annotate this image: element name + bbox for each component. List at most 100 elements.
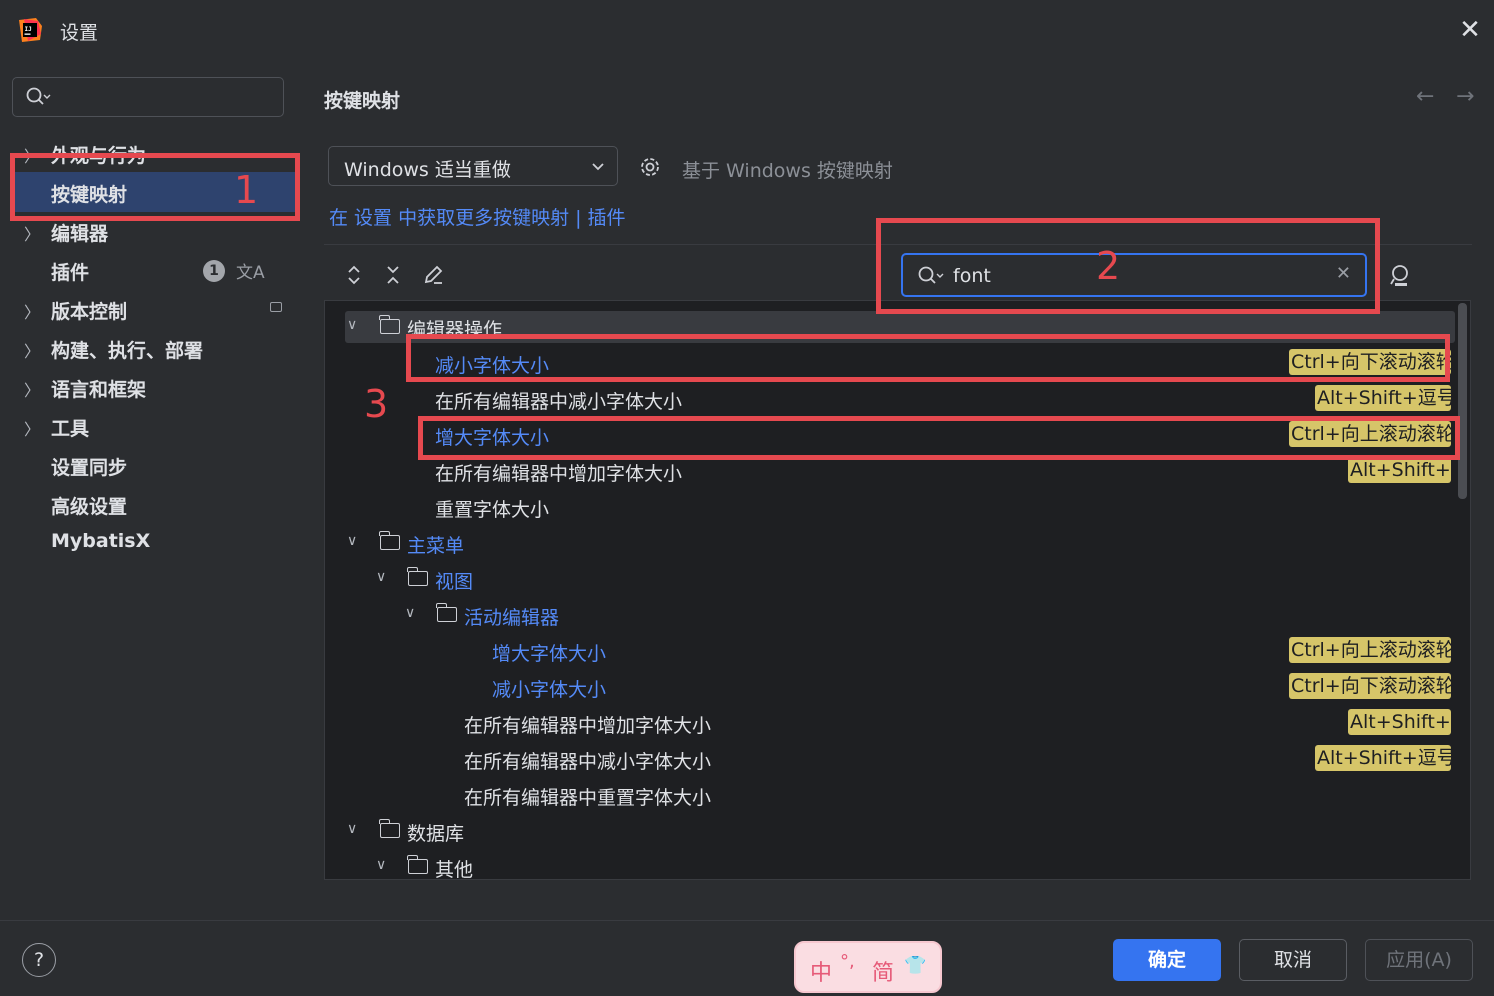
search-icon xyxy=(26,87,51,105)
sidebar-item-label: 高级设置 xyxy=(51,496,128,518)
tree-row[interactable]: ∨ 数据库 xyxy=(325,813,1455,849)
chevron-down-icon xyxy=(592,163,604,171)
chevron-right-icon: 〉 xyxy=(24,303,41,322)
tree-row[interactable]: 重置字体大小 xyxy=(325,489,1455,525)
folder-icon xyxy=(407,567,428,586)
tree-row[interactable]: ∨ 主菜单 xyxy=(325,525,1455,561)
tree-row[interactable]: 在所有编辑器中减小字体大小 Alt+Shift+逗号 xyxy=(325,741,1455,777)
sidebar-item-label: 工具 xyxy=(51,418,90,440)
sidebar-item-build[interactable]: 〉 构建、执行、部署 xyxy=(0,329,300,367)
collapse-all-icon[interactable] xyxy=(381,264,405,288)
tree-row-label: 重置字体大小 xyxy=(435,499,550,521)
sidebar-item-label: 构建、执行、部署 xyxy=(51,340,204,362)
shortcut-badge: Alt+Shift+. xyxy=(1348,709,1451,735)
find-by-shortcut-icon[interactable] xyxy=(1388,263,1414,289)
tree-row-label: 数据库 xyxy=(407,823,465,845)
ime-mode-label: 中 xyxy=(810,961,833,986)
tree-row[interactable]: ∨ 活动编辑器 xyxy=(325,597,1455,633)
sidebar-item-advanced[interactable]: 高级设置 xyxy=(0,485,300,523)
tree-row-label: 在所有编辑器中增加字体大小 xyxy=(435,463,683,485)
tree-row-label: 在所有编辑器中增加字体大小 xyxy=(464,715,712,737)
folder-icon xyxy=(379,531,400,550)
annotation-box-2 xyxy=(876,218,1380,314)
tree-row-label: 活动编辑器 xyxy=(464,607,560,629)
gear-icon[interactable] xyxy=(637,154,663,180)
project-level-icon xyxy=(270,302,282,312)
tree-row-label: 主菜单 xyxy=(407,535,465,557)
sidebar-item-languages[interactable]: 〉 语言和框架 xyxy=(0,368,300,406)
annotation-box-3b xyxy=(418,416,1460,460)
app-logo-icon: IJ xyxy=(19,18,42,42)
tree-row[interactable]: ∨ 其他 xyxy=(325,849,1455,880)
chevron-down-icon: ∨ xyxy=(347,533,358,549)
keymap-select[interactable]: Windows 适当重做 xyxy=(328,146,618,186)
ime-skin-icon: 👕 xyxy=(904,955,927,976)
tree-row-label: 在所有编辑器中减小字体大小 xyxy=(464,751,712,773)
chevron-down-icon: ∨ xyxy=(347,317,358,333)
keymap-base-note: 基于 Windows 按键映射 xyxy=(682,160,893,182)
chevron-right-icon: 〉 xyxy=(24,381,41,400)
tree-row-label: 其他 xyxy=(435,859,474,880)
shortcut-badge: Alt+Shift+逗号 xyxy=(1315,745,1451,771)
tree-scrollbar[interactable] xyxy=(1458,303,1467,499)
page-title: 按键映射 xyxy=(324,90,401,112)
chevron-down-icon: ∨ xyxy=(405,605,416,621)
tree-row-label: 在所有编辑器中减小字体大小 xyxy=(435,391,683,413)
window-title: 设置 xyxy=(60,22,99,44)
svg-text:IJ: IJ xyxy=(25,26,32,33)
shortcut-badge: Alt+Shift+逗号 xyxy=(1315,385,1451,411)
apply-button[interactable]: 应用(A) xyxy=(1365,939,1473,981)
update-count-badge: 1 xyxy=(203,260,225,282)
edit-icon[interactable] xyxy=(421,264,445,288)
shortcut-badge: Alt+Shift+. xyxy=(1348,457,1451,483)
ime-toolbar[interactable]: 中 °, 简 👕 xyxy=(794,941,942,993)
sidebar-item-label: 设置同步 xyxy=(51,457,128,479)
tree-row-label: 增大字体大小 xyxy=(492,643,607,665)
ime-punct-label: °, xyxy=(840,951,855,972)
chevron-right-icon: 〉 xyxy=(24,342,41,361)
chevron-right-icon: 〉 xyxy=(24,225,41,244)
sidebar-search-input[interactable] xyxy=(12,77,284,117)
back-arrow-icon[interactable]: ← xyxy=(1416,84,1434,109)
keymap-tree: ∨ 编辑器操作 减小字体大小 Ctrl+向下滚动滚轮 在所有编辑器中减小字体大小… xyxy=(324,300,1471,880)
sidebar-item-vcs[interactable]: 〉 版本控制 xyxy=(0,290,300,328)
tree-row[interactable]: 增大字体大小 Ctrl+向上滚动滚轮 xyxy=(325,633,1455,669)
title-bar xyxy=(0,0,1494,60)
folder-icon xyxy=(407,855,428,874)
tree-row[interactable]: 在所有编辑器中增加字体大小 Alt+Shift+. xyxy=(325,705,1455,741)
sidebar-item-label: 插件 xyxy=(51,262,90,284)
ok-button[interactable]: 确定 xyxy=(1113,939,1221,981)
shortcut-badge: Ctrl+向下滚动滚轮 xyxy=(1289,673,1451,699)
sidebar-item-settings-sync[interactable]: 设置同步 xyxy=(0,446,300,484)
chevron-down-icon: ∨ xyxy=(376,857,387,873)
sidebar-item-label: 版本控制 xyxy=(51,301,128,323)
annotation-number-3: 3 xyxy=(364,382,389,426)
sidebar-item-mybatisx[interactable]: MybatisX xyxy=(0,523,300,561)
tree-row[interactable]: 在所有编辑器中减小字体大小 Alt+Shift+逗号 xyxy=(325,381,1455,417)
annotation-number-1: 1 xyxy=(234,168,259,212)
forward-arrow-icon[interactable]: → xyxy=(1456,84,1474,109)
folder-icon xyxy=(379,315,400,334)
tree-row-label: 在所有编辑器中重置字体大小 xyxy=(464,787,712,809)
chevron-right-icon: 〉 xyxy=(24,420,41,439)
folder-icon xyxy=(436,603,457,622)
tree-row[interactable]: ∨ 视图 xyxy=(325,561,1455,597)
tree-row[interactable]: 减小字体大小 Ctrl+向下滚动滚轮 xyxy=(325,669,1455,705)
chevron-down-icon: ∨ xyxy=(376,569,387,585)
annotation-box-3a xyxy=(406,334,1450,382)
sidebar-item-plugins[interactable]: 插件 1 文A xyxy=(0,251,300,289)
more-keymaps-link[interactable]: 在 设置 中获取更多按键映射 | 插件 xyxy=(329,203,626,230)
cancel-button[interactable]: 取消 xyxy=(1239,939,1347,981)
close-icon[interactable]: ✕ xyxy=(1456,16,1484,44)
help-button[interactable]: ? xyxy=(22,943,56,977)
tree-row[interactable]: 在所有编辑器中重置字体大小 xyxy=(325,777,1455,813)
ime-simplified-label: 简 xyxy=(872,961,895,986)
tree-row-label: 减小字体大小 xyxy=(492,679,607,701)
tree-row-label: 视图 xyxy=(435,571,474,593)
sidebar-item-label: 编辑器 xyxy=(51,223,109,245)
annotation-number-2: 2 xyxy=(1096,244,1121,288)
sidebar-item-tools[interactable]: 〉 工具 xyxy=(0,407,300,445)
expand-all-icon[interactable] xyxy=(342,264,366,288)
sidebar-item-label: MybatisX xyxy=(51,530,151,552)
chevron-down-icon: ∨ xyxy=(347,821,358,837)
